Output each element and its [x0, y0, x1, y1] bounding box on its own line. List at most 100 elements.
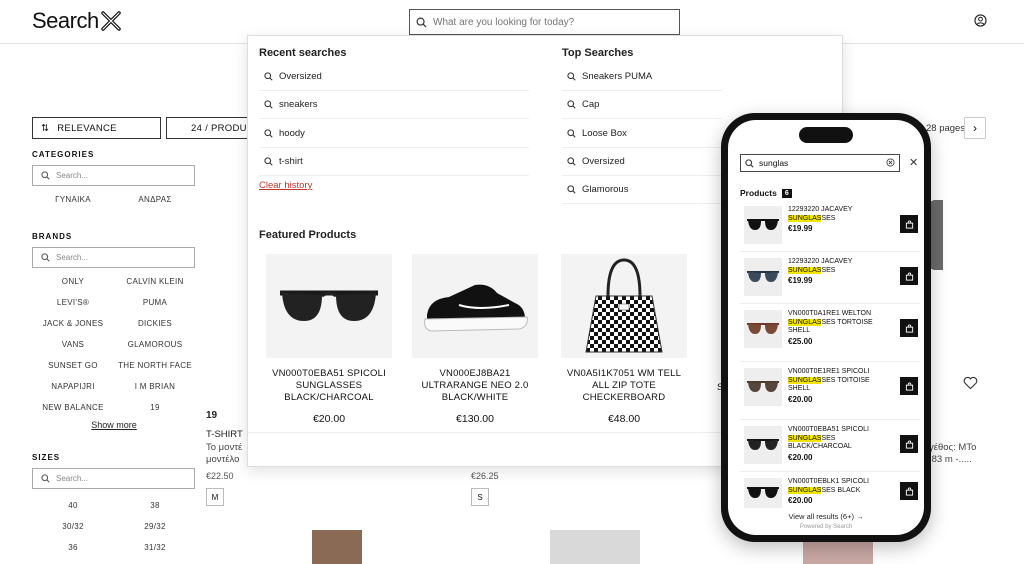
- add-to-cart-icon[interactable]: [900, 319, 918, 337]
- featured-product-card[interactable]: VN000EJ8BA21 ULTRARANGE NEO 2.0 BLACK/WH…: [405, 254, 545, 432]
- recent-search-label: t-shirt: [279, 156, 303, 167]
- sizes-search[interactable]: Search...: [32, 468, 195, 489]
- size-item[interactable]: 29/32: [114, 522, 196, 531]
- mobile-result-item[interactable]: VN000T0E1RE1 SPICOLI SUNGLASSES TOITOISE…: [740, 362, 920, 420]
- product-price: €22.50: [206, 471, 234, 481]
- size-item[interactable]: 30/32: [32, 522, 114, 531]
- next-page-button[interactable]: ›: [964, 117, 986, 139]
- search-icon: [264, 72, 273, 81]
- result-price: €25.00: [788, 336, 813, 346]
- mobile-search-input[interactable]: sunglas: [740, 154, 900, 172]
- result-name-line3: SHELL: [788, 327, 811, 334]
- brand-item[interactable]: THE NORTH FACE: [114, 361, 196, 370]
- category-item[interactable]: ΓΥΝΑΙΚΑ: [32, 195, 114, 204]
- recent-search-item[interactable]: t-shirt: [259, 148, 529, 176]
- top-search-item[interactable]: Cap: [562, 91, 722, 119]
- account-icon[interactable]: [974, 14, 987, 32]
- search-icon: [264, 129, 273, 138]
- mobile-search-query: sunglas: [759, 158, 789, 168]
- product-name[interactable]: T-SHIRT: [206, 429, 243, 440]
- brand-item[interactable]: NEW BALANCE: [32, 403, 114, 412]
- add-to-cart-icon[interactable]: [900, 215, 918, 233]
- brand-item[interactable]: 19: [114, 403, 196, 412]
- product-desc-line2: .83 m -.....: [929, 454, 972, 465]
- sort-button[interactable]: ⇅ RELEVANCE: [32, 117, 161, 139]
- heart-icon[interactable]: [963, 376, 978, 395]
- brand-item[interactable]: I M BRIAN: [114, 382, 196, 391]
- size-chip[interactable]: S: [471, 488, 489, 506]
- search-icon: [567, 185, 576, 194]
- clear-input-icon[interactable]: [886, 158, 895, 169]
- phone-mockup: sunglas ✕ Products 6 12293220 JACAVEY SU…: [721, 113, 931, 542]
- brand-item[interactable]: VANS: [32, 340, 114, 349]
- recent-search-label: hoody: [279, 128, 305, 139]
- recent-search-label: sneakers: [279, 99, 318, 110]
- sort-icon: ⇅: [41, 122, 50, 134]
- brand-item[interactable]: DICKIES: [114, 319, 196, 328]
- result-name-line3: SHELL: [788, 385, 811, 392]
- mobile-result-item[interactable]: 12293220 JACAVEY SUNGLASSES €19.99: [740, 252, 920, 304]
- featured-product-card[interactable]: VN000T0EBA51 SPICOLI SUNGLASSES BLACK/CH…: [259, 254, 399, 432]
- categories-search[interactable]: Search...: [32, 165, 195, 186]
- size-item[interactable]: 38: [114, 501, 196, 510]
- search-icon: [264, 100, 273, 109]
- recent-search-item[interactable]: sneakers: [259, 91, 529, 119]
- featured-product-card[interactable]: VN0A5I1K7051 WM TELL ALL ZIP TOTE CHECKE…: [554, 254, 694, 432]
- featured-products-title: Featured Products: [259, 229, 357, 241]
- category-list: ΓΥΝΑΙΚΑ ΑΝΔΡΑΣ: [32, 195, 196, 204]
- product-name-line: BLACK/WHITE: [441, 392, 509, 403]
- brand-item[interactable]: PUMA: [114, 298, 196, 307]
- result-highlight: SUNGLAS: [788, 266, 822, 274]
- top-search-item[interactable]: Oversized: [562, 148, 722, 176]
- result-name-line1: 12293220 JACAVEY: [788, 258, 853, 265]
- search-icon: [567, 72, 576, 81]
- size-item[interactable]: 31/32: [114, 543, 196, 552]
- clear-history-link[interactable]: Clear history: [259, 180, 312, 191]
- size-item[interactable]: 36: [32, 543, 114, 552]
- brands-title: BRANDS: [32, 232, 73, 241]
- result-name-line1: VN000T0EBA51 SPICOLI: [788, 426, 869, 433]
- per-page-button[interactable]: 24 / PRODUCTS: [166, 117, 251, 139]
- size-item[interactable]: 40: [32, 501, 114, 510]
- brand-item[interactable]: CALVIN KLEIN: [114, 277, 196, 286]
- size-chip[interactable]: M: [206, 488, 224, 506]
- logo[interactable]: Search: [32, 8, 122, 34]
- brand-item[interactable]: LEVI'S®: [32, 298, 114, 307]
- product-name-line: SUNGLASSES: [295, 380, 363, 391]
- product-thumbnail: [744, 368, 782, 406]
- product-image: [412, 254, 538, 358]
- mobile-result-item[interactable]: VN000T0A1RE1 WELTON SUNGLASSES TORTOISE …: [740, 304, 920, 362]
- phone-screen: sunglas ✕ Products 6 12293220 JACAVEY SU…: [728, 120, 924, 535]
- logo-text: Search: [32, 8, 99, 33]
- top-search-item[interactable]: Glamorous: [562, 176, 722, 204]
- add-to-cart-icon[interactable]: [900, 482, 918, 500]
- brand-item[interactable]: GLAMOROUS: [114, 340, 196, 349]
- brand-item[interactable]: ONLY: [32, 277, 114, 286]
- search-input[interactable]: [433, 16, 673, 28]
- result-name-line1: 12293220 JACAVEY: [788, 206, 853, 213]
- add-to-cart-icon[interactable]: [900, 377, 918, 395]
- product-image: [561, 254, 687, 358]
- brands-search[interactable]: Search...: [32, 247, 195, 268]
- top-search-item[interactable]: Loose Box: [562, 120, 722, 148]
- show-more-link[interactable]: Show more: [32, 420, 196, 430]
- recent-search-label: Oversized: [279, 71, 322, 82]
- view-all-results-link[interactable]: View all results (6+) →: [728, 512, 924, 521]
- add-to-cart-icon[interactable]: [900, 435, 918, 453]
- mobile-result-item[interactable]: VN000T0EBA51 SPICOLI SUNGLASSES BLACK/CH…: [740, 420, 920, 472]
- mobile-result-item[interactable]: 12293220 JACAVEY SUNGLASSES €19.99: [740, 200, 920, 252]
- category-item[interactable]: ΑΝΔΡΑΣ: [114, 195, 196, 204]
- recent-search-item[interactable]: Oversized: [259, 63, 529, 91]
- mobile-result-item[interactable]: VN000T0EBLK1 SPICOLI SUNGLASSES BLACK €2…: [740, 472, 920, 512]
- sizes-title: SIZES: [32, 453, 61, 462]
- top-search-item[interactable]: Sneakers PUMA: [562, 63, 722, 91]
- brand-item[interactable]: SUNSET GO: [32, 361, 114, 370]
- view-all-label: View all results (6+): [788, 512, 854, 521]
- add-to-cart-icon[interactable]: [900, 267, 918, 285]
- brand-item[interactable]: JACK & JONES: [32, 319, 114, 328]
- brand-item[interactable]: NAPAPIJRI: [32, 382, 114, 391]
- close-icon[interactable]: ✕: [909, 156, 918, 169]
- search-bar[interactable]: [409, 9, 680, 35]
- top-search-label: Cap: [582, 99, 600, 110]
- recent-search-item[interactable]: hoody: [259, 120, 529, 148]
